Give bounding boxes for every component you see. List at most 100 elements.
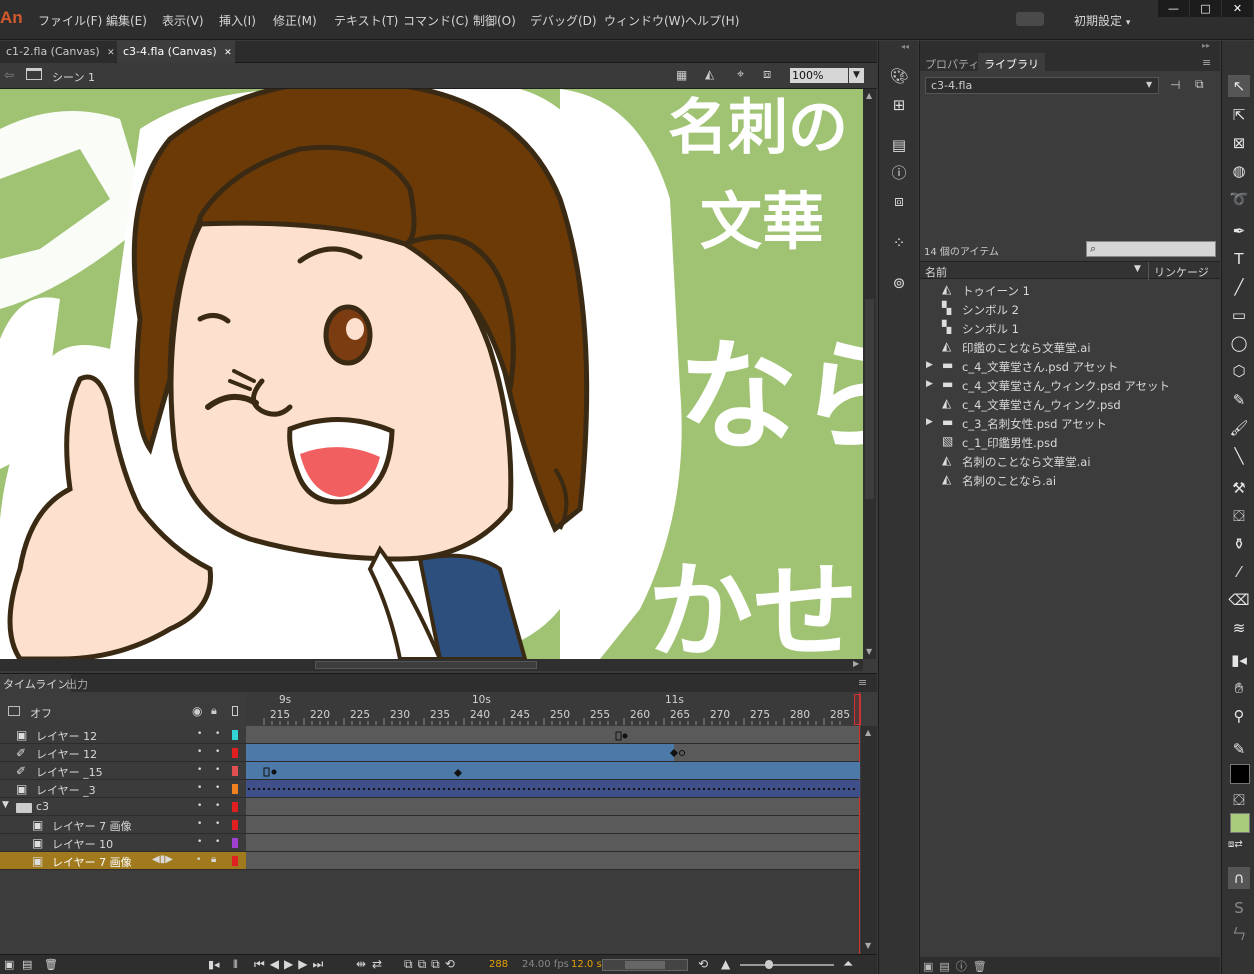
stage-vertical-scrollbar[interactable]: ▲ ▼ <box>863 89 876 659</box>
menu-window[interactable]: ウィンドウ(W) <box>604 12 685 29</box>
library-item[interactable]: ▚ シンボル 1 <box>920 319 1218 338</box>
frame-zoom-slider[interactable] <box>740 960 834 969</box>
trash-icon[interactable]: 🗑︎ <box>44 958 58 971</box>
pencil-tool-icon[interactable]: ✎ <box>1228 389 1250 411</box>
column-linkage[interactable]: リンケージ <box>1154 264 1209 280</box>
layer-outline-color[interactable] <box>232 838 238 848</box>
zoom-input[interactable]: 100% <box>790 68 848 83</box>
pin-icon[interactable]: ⊣ <box>1170 78 1180 92</box>
current-frame[interactable]: 288 <box>489 959 508 970</box>
collapse-icon[interactable]: ◂◂ <box>901 42 909 51</box>
menu-debug[interactable]: デバッグ(D) <box>530 12 597 29</box>
snap-to-objects-icon[interactable]: ∩ <box>1228 867 1250 889</box>
sync-settings-icon[interactable] <box>1016 12 1044 26</box>
layer-outline-color[interactable] <box>232 802 238 812</box>
smooth-icon[interactable]: S <box>1228 897 1250 919</box>
line-tool-icon[interactable]: ╱ <box>1228 276 1250 298</box>
layer-name[interactable]: レイヤー 12 <box>36 746 97 762</box>
column-name[interactable]: 名前 <box>925 264 947 280</box>
hand-tool-icon[interactable]: ✋︎ <box>1228 677 1250 699</box>
lasso-tool-icon[interactable]: ➰ <box>1228 188 1250 210</box>
lock-dot[interactable]: • <box>215 837 220 847</box>
close-window-button[interactable]: ✕ <box>1222 0 1253 17</box>
library-item[interactable]: ◭ 印鑑のことなら文華堂.ai <box>920 338 1218 357</box>
menu-commands[interactable]: コマンド(C) <box>403 12 469 29</box>
layer-depth-icon[interactable]: ⦀ <box>233 958 238 972</box>
eraser-tool-icon[interactable]: ⌫ <box>1228 589 1250 611</box>
layer-name[interactable]: c3 <box>36 800 49 813</box>
visibility-dot[interactable]: • <box>197 747 202 757</box>
library-item[interactable]: ▶ ▬ c_4_文華堂さん_ウィンク.psd アセット <box>920 376 1218 395</box>
stroke-color-icon[interactable]: ✎ <box>1228 738 1250 760</box>
tab-library[interactable]: ライブラリ <box>978 53 1045 71</box>
bone-tool-icon[interactable]: ⚒ <box>1228 477 1250 499</box>
tab-c1-2[interactable]: c1-2.fla (Canvas) ✕ <box>0 41 116 63</box>
ink-bottle-tool-icon[interactable]: ⚱ <box>1228 533 1250 555</box>
lock-dot[interactable]: • <box>215 729 220 739</box>
layer-outline-color[interactable] <box>232 856 238 866</box>
menu-file[interactable]: ファイル(F) <box>38 12 102 29</box>
lock-dot[interactable]: • <box>215 801 220 811</box>
info-icon[interactable]: ⓘ <box>887 163 911 183</box>
timeline-layer-row[interactable]: ✐レイヤー _15••• <box>0 762 246 780</box>
zoom-out-icon[interactable]: ▲ <box>721 957 730 971</box>
free-transform-tool-icon[interactable]: ⊠ <box>1228 132 1250 154</box>
tab-properties[interactable]: プロパティ <box>925 56 979 72</box>
lock-icon[interactable]: 🔒︎ <box>211 854 216 865</box>
panel-menu-icon[interactable]: ≡ <box>858 676 867 689</box>
rectangle-tool-icon[interactable]: ▭ <box>1228 304 1250 326</box>
stage-canvas[interactable]: 名刺の 文華 なら かせ <box>0 89 863 659</box>
timeline-layer-row[interactable]: ▣ レイヤー 7 画像 ◀▮▶ 🔒︎ • <box>0 852 246 870</box>
arrow-down-icon[interactable]: ▼ <box>865 941 871 950</box>
timeline-layer-row[interactable]: ▣レイヤー 12••• <box>0 726 246 744</box>
visibility-dot[interactable]: • <box>197 819 202 829</box>
arrow-up-icon[interactable]: ▲ <box>866 91 872 100</box>
library-item[interactable]: ▧ c_1_印鑑男性.psd <box>920 433 1218 452</box>
layer-name[interactable]: レイヤー 12 <box>36 728 97 744</box>
transform-icon[interactable]: ⧈ <box>887 191 911 211</box>
straighten-icon[interactable]: ㄣ <box>1228 923 1250 945</box>
library-footer-icons[interactable]: ▣▤ⓘ🗑︎ <box>923 958 993 974</box>
lock-icon[interactable]: 🔒︎ <box>211 704 217 718</box>
sort-icon[interactable]: ▼ <box>1134 264 1141 274</box>
creative-cloud-icon[interactable]: ⊚ <box>887 273 911 293</box>
close-icon[interactable]: ✕ <box>107 48 115 58</box>
lock-dot[interactable]: • <box>215 819 220 829</box>
tab-output[interactable]: 出力 <box>66 676 88 692</box>
playback-controls[interactable]: ⏮◀▶▶⏭ <box>254 957 328 972</box>
loop-controls[interactable]: ⇹⇄ <box>356 957 388 971</box>
new-library-icon[interactable]: ⧉ <box>1195 77 1204 92</box>
color-palette-icon[interactable]: 🎨︎ <box>887 66 911 86</box>
swap-colors-icon[interactable]: ⧈⇄ <box>1228 839 1243 850</box>
center-stage-icon[interactable]: ⌖ <box>737 67 744 82</box>
menu-view[interactable]: 表示(V) <box>162 12 204 29</box>
stroke-color-swatch[interactable] <box>1230 764 1250 784</box>
visibility-dot[interactable]: • <box>196 855 201 865</box>
onion-controls[interactable]: ⧉⧉⧉⟲ <box>404 957 460 972</box>
camera-icon[interactable]: ▮◂ <box>208 958 220 971</box>
scroll-thumb[interactable] <box>315 661 537 669</box>
arrow-right-icon[interactable]: ▶ <box>853 659 859 668</box>
expand-icon[interactable]: ▸▸ <box>1202 41 1210 50</box>
loop-icon[interactable]: ⟲ <box>698 957 708 971</box>
timeline-layer-row[interactable]: ▼c3••• <box>0 798 246 816</box>
align-icon[interactable]: ▤ <box>887 135 911 155</box>
timeline-ruler[interactable]: 215 220 225 230 235 240 245 250 255 260 265 270 275 2… <box>246 692 861 725</box>
layer-name[interactable]: レイヤー 7 画像 <box>52 818 132 834</box>
tab-c3-4[interactable]: c3-4.fla (Canvas) ✕ <box>117 41 235 63</box>
text-tool-icon[interactable]: T <box>1228 248 1250 270</box>
menu-help[interactable]: ヘルプ(H) <box>685 12 739 29</box>
arrow-down-icon[interactable]: ▼ <box>866 647 872 656</box>
zoom-tool-icon[interactable]: ⚲ <box>1228 705 1250 727</box>
visibility-dot[interactable]: • <box>197 801 202 811</box>
menu-text[interactable]: テキスト(T) <box>334 12 398 29</box>
keyframe-nav-icon[interactable]: ◀▮▶ <box>152 854 173 865</box>
eye-icon[interactable]: ◉ <box>192 704 202 718</box>
zoom-in-icon[interactable]: ⏶ <box>843 957 853 972</box>
back-arrow-icon[interactable]: ⇦ <box>4 68 14 82</box>
scroll-thumb[interactable] <box>865 299 874 499</box>
menu-edit[interactable]: 編集(E) <box>106 12 147 29</box>
onion-skin-icon[interactable] <box>8 706 20 716</box>
visibility-dot[interactable]: • <box>197 837 202 847</box>
menu-modify[interactable]: 修正(M) <box>273 12 317 29</box>
